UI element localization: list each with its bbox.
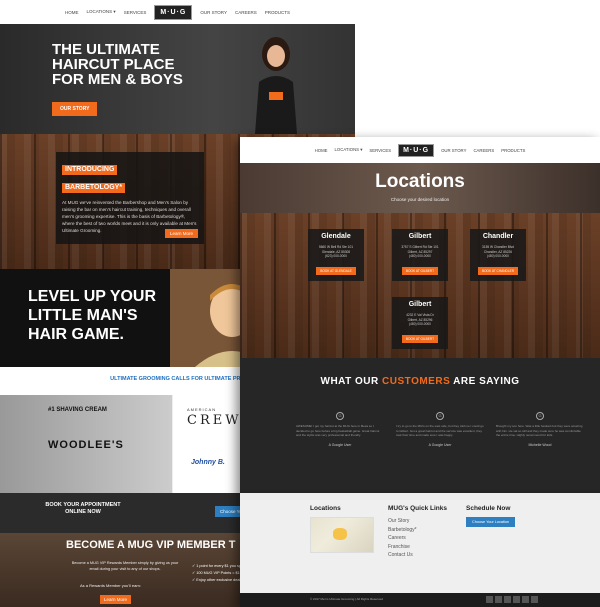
barbetology-title-1: INTRODUCING — [62, 165, 118, 175]
google-icon: G — [336, 412, 344, 420]
location-name: Glendale — [321, 233, 351, 240]
testimonial-author: A Google User — [328, 442, 352, 447]
hero-banner: THE ULTIMATE HAIRCUT PLACE FOR MEN & BOY… — [0, 24, 355, 134]
kids-headline: LEVEL UP YOUR LITTLE MAN'S HAIR GAME. — [28, 288, 157, 343]
testimonial-quote: I try to go to the MUG on the east side,… — [396, 424, 484, 437]
woodlees-ad[interactable]: #1 SHAVING CREAM WOODLEE'S — [0, 395, 172, 493]
testimonial-quote: Brought my son here. Was a little hesita… — [496, 424, 583, 437]
american-crew-logo: CREW — [187, 413, 242, 428]
location-name: Gilbert — [408, 233, 432, 240]
google-plus-icon[interactable] — [513, 596, 520, 603]
location-address: 3757 S Gilbert Rd Ste 101 Gilbert, AZ 85… — [401, 245, 439, 258]
footer-locations-heading: Locations — [310, 505, 341, 512]
testimonial-item: G Brought my son here. Was a little hesi… — [496, 412, 584, 447]
shaving-cream-tag: #1 SHAVING CREAM — [48, 407, 107, 413]
book-location-button[interactable]: BOOK AT GILBERT — [401, 266, 439, 275]
nav-our-story[interactable]: OUR STORY — [441, 148, 466, 153]
testimonial-author: Michelle Wood — [528, 442, 552, 447]
locations-map[interactable] — [310, 517, 374, 553]
mug-logo[interactable]: M·U·G — [398, 143, 435, 157]
location-card-glendale: Glendale 5660 W Bell Rd Ste 101 Glendale… — [308, 229, 364, 281]
map-area — [333, 528, 347, 540]
nav-careers[interactable]: CAREERS — [235, 10, 257, 15]
nav-products[interactable]: PRODUCTS — [265, 10, 290, 15]
hero-headline: THE ULTIMATE HAIRCUT PLACE FOR MEN & BOY… — [52, 41, 183, 88]
testimonial-item: G I try to go to the MUG on the east sid… — [396, 412, 484, 447]
our-story-button[interactable]: OUR STORY — [52, 102, 98, 116]
schedule-heading: Schedule Now — [466, 505, 511, 512]
johnny-b-logo: Johnny B. — [191, 459, 225, 466]
locations-subtitle: Choose your desired location — [390, 197, 450, 202]
barbetology-title-2: BARBETOLOGY* — [62, 183, 126, 193]
stylist-photo — [255, 37, 297, 134]
mug-logo[interactable]: M·U·G — [154, 4, 193, 20]
quick-link-franchise[interactable]: Franchise — [388, 543, 417, 552]
locations-banner: Locations Choose your desired location — [240, 163, 600, 213]
testimonials-section: WHAT OUR CUSTOMERS ARE SAYING G AWESOME!… — [240, 358, 600, 493]
choose-your-location-button[interactable]: Choose Your Location — [466, 517, 516, 527]
quick-links-list: Our Story Barbetology* Careers Franchise… — [388, 517, 417, 560]
quick-link-our-story[interactable]: Our Story — [388, 517, 417, 526]
locations-title: Locations — [375, 171, 465, 192]
quick-link-contact[interactable]: Contact Us — [388, 551, 417, 560]
locations-grid: Glendale 5660 W Bell Rd Ste 101 Glendale… — [240, 213, 600, 358]
location-card-chandler: Chandler 3155 W Chandler Blvd Chandler, … — [470, 229, 526, 281]
nav-home[interactable]: HOME — [65, 10, 79, 15]
youtube-icon[interactable] — [522, 596, 529, 603]
booking-text: BOOK YOUR APPOINTMENT ONLINE NOW — [45, 502, 121, 515]
vip-learn-more-button[interactable]: Learn More — [100, 595, 132, 604]
testimonial-item: G AWESOME! I got my haircut at the MUG h… — [296, 412, 384, 447]
location-address: 5660 W Bell Rd Ste 101 Glendale, AZ 8530… — [318, 245, 354, 258]
vip-rewards-text: As a Rewards Member you'll earn: — [80, 583, 142, 588]
nav-services[interactable]: SERVICES — [124, 10, 147, 15]
quick-links-heading: MUG's Quick Links — [388, 505, 447, 512]
testimonials-heading: WHAT OUR CUSTOMERS ARE SAYING — [320, 376, 520, 387]
barbetology-card: INTRODUCING BARBETOLOGY* At MUG we've re… — [56, 152, 204, 244]
nav-home[interactable]: HOME — [315, 148, 328, 153]
learn-more-button[interactable]: Learn More — [164, 229, 198, 238]
nav-careers[interactable]: CAREERS — [473, 148, 494, 153]
location-name: Chandler — [482, 233, 514, 240]
copyright-bar: © 2017 Men's Ultimate Grooming | All Rig… — [240, 593, 600, 607]
nav-locations[interactable]: LOCATIONS ▾ — [87, 9, 116, 15]
quick-link-barbetology[interactable]: Barbetology* — [388, 526, 417, 535]
site-footer: Locations MUG's Quick Links Our Story Ba… — [240, 493, 600, 593]
book-location-button[interactable]: BOOK AT GILBERT — [401, 334, 439, 343]
locations-top-nav: HOME LOCATIONS ▾ SERVICES M·U·G OUR STOR… — [240, 137, 600, 163]
testimonial-author: A Google User — [428, 442, 452, 447]
location-address: 4232 E Val Vista Dr Gilbert, AZ 85296 (4… — [406, 313, 434, 326]
vip-description: Become a MUG VIP Rewards Member simply b… — [71, 561, 179, 571]
location-card-gilbert-2: Gilbert 4232 E Val Vista Dr Gilbert, AZ … — [392, 297, 448, 349]
google-icon: G — [536, 412, 544, 420]
nav-locations[interactable]: LOCATIONS ▾ — [335, 147, 363, 153]
yelp-icon[interactable] — [531, 596, 538, 603]
nav-services[interactable]: SERVICES — [369, 148, 391, 153]
book-location-button[interactable]: BOOK AT GLENDALE — [316, 266, 356, 275]
nav-products[interactable]: PRODUCTS — [501, 148, 525, 153]
copyright-text: © 2017 Men's Ultimate Grooming | All Rig… — [310, 597, 383, 601]
testimonial-quote: AWESOME! I got my haircut at the MUG her… — [296, 424, 380, 437]
location-name: Gilbert — [408, 301, 432, 308]
social-icons — [486, 596, 538, 603]
locations-page-screenshot: HOME LOCATIONS ▾ SERVICES M·U·G OUR STOR… — [240, 137, 600, 607]
book-location-button[interactable]: BOOK AT CHANDLER — [477, 266, 519, 275]
google-icon: G — [436, 412, 444, 420]
top-nav: HOME LOCATIONS ▾ SERVICES M·U·G OUR STOR… — [0, 0, 355, 24]
vip-headline: BECOME A MUG VIP MEMBER T — [66, 539, 236, 551]
instagram-icon[interactable] — [504, 596, 511, 603]
twitter-icon[interactable] — [495, 596, 502, 603]
woodlees-logo: WOODLEE'S — [48, 439, 124, 451]
location-card-gilbert: Gilbert 3757 S Gilbert Rd Ste 101 Gilber… — [392, 229, 448, 281]
nav-our-story[interactable]: OUR STORY — [200, 10, 227, 15]
american-crew-top: AMERICAN — [187, 407, 217, 412]
quick-link-careers[interactable]: Careers — [388, 534, 417, 543]
location-address: 3155 W Chandler Blvd Chandler, AZ 85226 … — [482, 245, 514, 258]
facebook-icon[interactable] — [486, 596, 493, 603]
